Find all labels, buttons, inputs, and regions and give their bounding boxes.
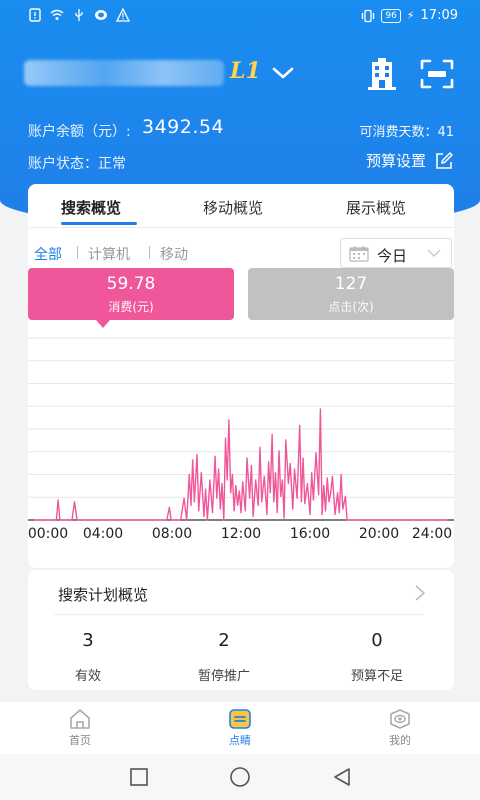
wifi-icon [50, 9, 64, 20]
clock: 17:09 [420, 8, 458, 23]
plan-overview-title: 搜索计划概览 [58, 586, 149, 604]
nav-dianjing-label: 点睛 [229, 734, 251, 747]
edit-icon [436, 151, 453, 169]
filter-computer[interactable]: 计算机 [88, 244, 130, 264]
account-name-redacted [24, 60, 224, 86]
balance-row: 账户余额（元）: 3492.54 可消费天数：41 [28, 116, 454, 142]
scan-icon[interactable] [420, 58, 454, 90]
dianjing-icon [229, 709, 251, 729]
plan-stat-paused-label: 暂停推广 [197, 669, 250, 684]
calendar-icon [349, 246, 369, 262]
budget-settings-label: 预算设置 [365, 152, 426, 170]
account-status: 账户状态：正常 [28, 156, 126, 172]
notification-icon [29, 8, 41, 22]
device-filter-row: 全部 计算机 移动 今日 [34, 238, 454, 268]
budget-settings-button[interactable]: 预算设置 [366, 150, 454, 171]
balance-value: 3492.54 [142, 116, 225, 138]
plan-stat-budget-short-count: 0 [371, 630, 383, 651]
warning-icon [116, 8, 130, 22]
tab-display-overview[interactable]: 展示概览 [346, 197, 406, 218]
nav-home[interactable]: 首页 [40, 708, 120, 748]
nav-profile[interactable]: 我的 [360, 708, 440, 748]
profile-icon [390, 709, 410, 729]
overview-tabs: 搜索概览 移动概览 展示概览 [28, 184, 454, 228]
vibrate-icon [362, 9, 375, 22]
back-icon[interactable] [331, 766, 353, 788]
battery-level: 96 [381, 8, 401, 23]
filter-mobile[interactable]: 移动 [160, 244, 188, 264]
account-row: L1 [24, 56, 464, 96]
hourly-cost-chart: 00:00 04:00 08:00 12:00 16:00 20:00 24:00 [28, 334, 454, 554]
status-row: 账户状态：正常 预算设置 [28, 150, 454, 174]
nav-home-label: 首页 [69, 734, 91, 747]
balance-label: 账户余额（元）: [28, 124, 131, 140]
chart-canvas [28, 337, 454, 521]
metric-clicks-label: 点击(次) [328, 300, 374, 314]
chart-x-tick-label: 16:00 [289, 526, 331, 542]
plan-stat-active-label: 有效 [74, 669, 101, 684]
date-range-value: 今日 [377, 247, 408, 265]
charging-icon: ⚡ [406, 9, 415, 22]
plan-stat-active[interactable]: 3 有效 [38, 630, 138, 684]
chevron-right-icon[interactable] [414, 584, 426, 602]
tab-mobile-overview[interactable]: 移动概览 [203, 197, 263, 218]
chevron-down-icon[interactable] [270, 62, 296, 84]
filter-all[interactable]: 全部 [34, 244, 62, 264]
plan-stat-budget-short-label: 预算不足 [350, 669, 403, 684]
plan-stat-paused-count: 2 [218, 630, 230, 651]
plan-overview-card[interactable]: 搜索计划概览 3 有效 2 暂停推广 0 预算不足 [28, 570, 454, 690]
chart-series-line [34, 408, 448, 521]
home-icon [70, 709, 90, 729]
date-range-select[interactable]: 今日 [340, 238, 452, 268]
account-level: L1 [230, 58, 261, 84]
chevron-down-icon [427, 249, 441, 258]
metric-cost-value: 59.78 [106, 274, 156, 294]
chart-x-axis-labels: 00:00 04:00 08:00 12:00 16:00 20:00 24:00 [28, 526, 454, 546]
bottom-nav: 首页 点睛 我的 [0, 702, 480, 754]
system-navigation-bar [0, 754, 480, 800]
metric-clicks-value: 127 [334, 274, 368, 294]
recent-apps-icon[interactable] [128, 766, 150, 788]
chart-x-tick-label: 04:00 [82, 526, 124, 542]
chart-x-tick-label: 12:00 [220, 526, 262, 542]
plan-divider [54, 614, 424, 615]
chart-x-tick-label: 08:00 [151, 526, 193, 542]
plan-stat-paused[interactable]: 2 暂停推广 [174, 630, 274, 684]
chart-x-tick-label: 20:00 [358, 526, 400, 542]
remaining-days: 可消费天数：41 [359, 125, 454, 140]
metric-cost-card[interactable]: 59.78 消费(元) [28, 268, 234, 320]
home-button-icon[interactable] [229, 766, 251, 788]
metric-selected-pointer [96, 320, 110, 328]
nav-profile-label: 我的 [389, 734, 411, 747]
filter-divider [149, 246, 150, 259]
status-bar: 96 ⚡ 17:09 [0, 0, 480, 32]
tab-search-overview[interactable]: 搜索概览 [61, 197, 121, 218]
vpn-icon [95, 10, 107, 20]
metric-cost-label: 消费(元) [108, 300, 154, 314]
chart-x-tick-label: 24:00 [411, 526, 453, 542]
chart-x-tick-label: 00:00 [27, 526, 69, 542]
nav-dianjing[interactable]: 点睛 [200, 708, 280, 748]
plan-stat-budget-short[interactable]: 0 预算不足 [327, 630, 427, 684]
filter-divider [77, 246, 78, 259]
building-icon[interactable] [364, 56, 400, 90]
metric-clicks-card[interactable]: 127 点击(次) [248, 268, 454, 320]
plan-stat-active-count: 3 [82, 630, 94, 651]
active-tab-indicator [61, 222, 137, 225]
usb-icon [75, 9, 83, 21]
overview-card: 搜索概览 移动概览 展示概览 全部 计算机 移动 今日 59.78 消费(元) … [28, 184, 454, 568]
